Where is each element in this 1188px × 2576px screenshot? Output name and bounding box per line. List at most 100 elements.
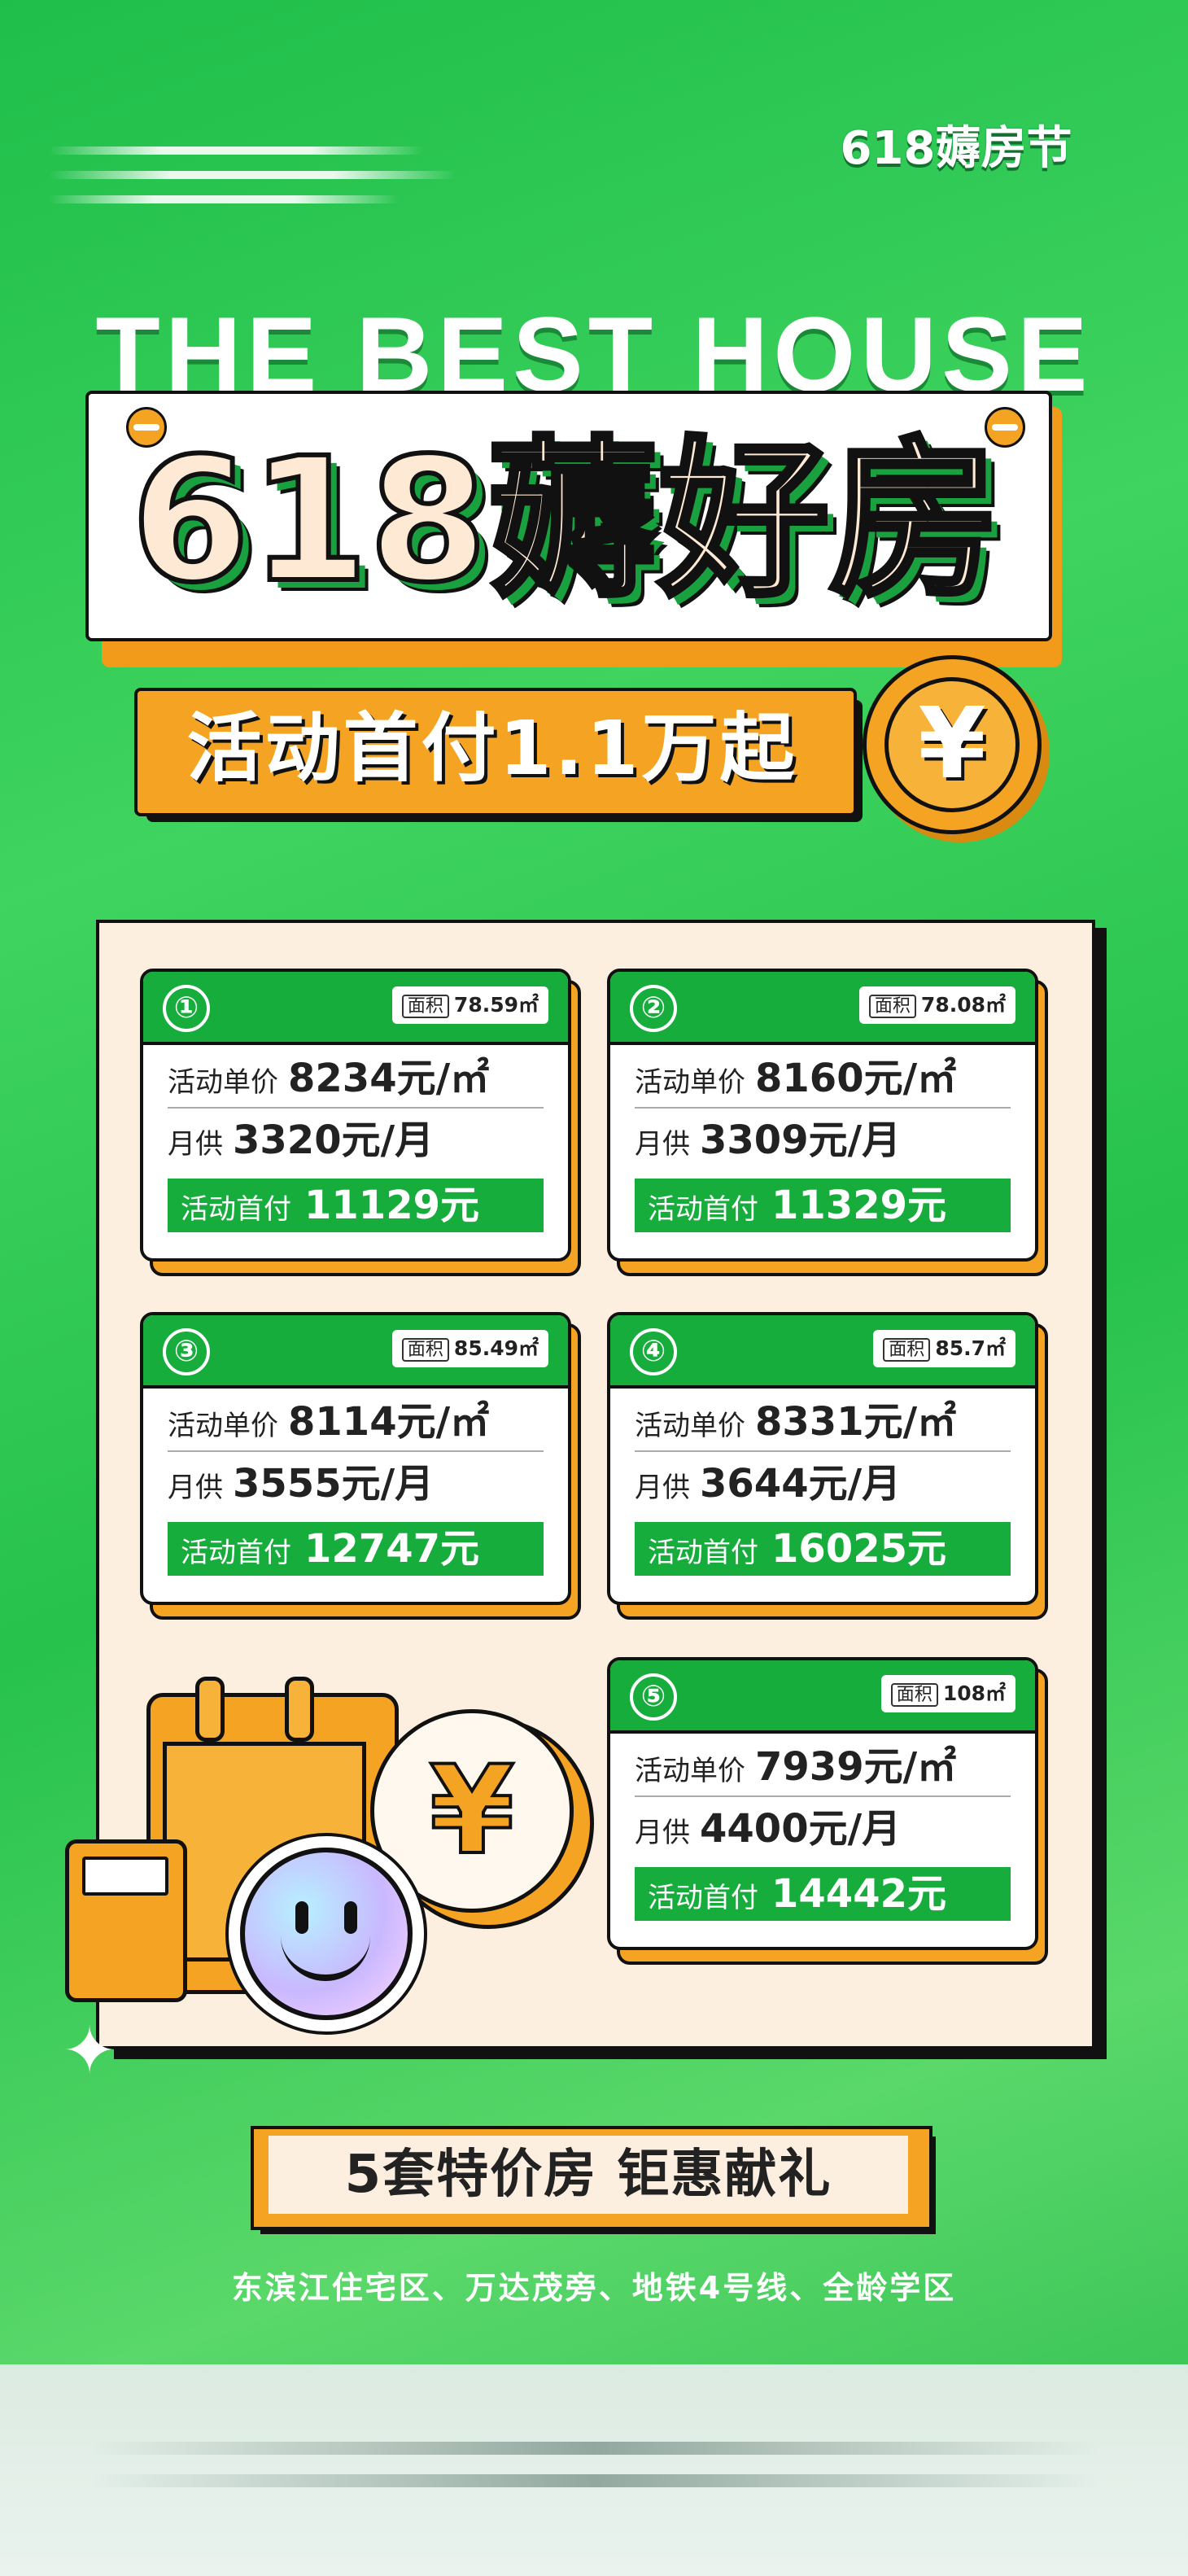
listing-number: ① [163,985,210,1032]
unit-price-row: 活动单价 8114元/㎡ [168,1393,544,1452]
unit-price-label: 活动单价 [168,1410,278,1442]
card-body: ① 面积 78.59㎡ 活动单价 8234元/㎡ 月供 3320元/月 活动首付 111… [140,969,571,1262]
card-body: ④ 面积 85.7㎡ 活动单价 8331元/㎡ 月供 3644元/月 活动首付 1602… [607,1312,1038,1605]
calculator-screen [82,1857,168,1896]
monthly-value: 3644元/月 [700,1461,902,1507]
area-value: 85.49㎡ [453,1336,539,1360]
yuan-coin-icon: ¥ [863,655,1042,834]
down-payment-label: 活动首付 [648,1882,758,1914]
area-label: 面积 [890,1683,938,1707]
down-payment-label: 活动首付 [648,1193,758,1226]
down-payment-bar: 活动首付 12747元 [168,1522,544,1576]
area-badge: 面积 85.49㎡ [391,1330,548,1367]
unit-price-row: 活动单价 8234元/㎡ [168,1050,544,1109]
card-body: ⑤ 面积 108㎡ 活动单价 7939元/㎡ 月供 4400元/月 活动首付 14442… [607,1657,1038,1950]
monthly-row: 月供 3555元/月 [168,1455,544,1512]
down-payment-bar: 活动首付 14442元 [635,1867,1011,1921]
area-badge: 面积 108㎡ [880,1675,1015,1712]
card-header: ④ 面积 85.7㎡ [610,1315,1035,1389]
yuan-coin-face: ¥ [370,1709,574,1913]
light-streak [49,195,399,203]
area-label: 面积 [401,995,449,1018]
monthly-value: 3309元/月 [700,1117,902,1163]
unit-price-label: 活动单价 [635,1410,745,1442]
unit-price-value: 8234元/㎡ [288,1056,490,1101]
listing-number: ⑤ [630,1673,677,1721]
down-payment-value: 12747元 [304,1526,479,1572]
down-payment-bar: 活动首付 11329元 [635,1179,1011,1232]
card-header: ② 面积 78.08㎡ [610,972,1035,1045]
monthly-label: 月供 [168,1128,223,1161]
unit-price-label: 活动单价 [635,1066,745,1099]
card-body: ② 面积 78.08㎡ 活动单价 8160元/㎡ 月供 3309元/月 活动首付 113… [607,969,1038,1262]
smiley-icon [240,1848,413,2020]
down-payment-value: 16025元 [771,1526,946,1572]
down-payment-value: 11129元 [304,1183,479,1228]
light-streak [49,171,456,179]
sparkle-icon: ✦ [62,2013,117,2088]
tagline: 5套特价房 钜惠献礼 [269,2136,908,2214]
light-streak [49,147,423,155]
area-badge: 面积 78.08㎡ [858,986,1015,1024]
blur-line [90,2474,1098,2487]
monthly-label: 月供 [635,1817,690,1849]
listing-card[interactable]: ⑤ 面积 108㎡ 活动单价 7939元/㎡ 月供 4400元/月 活动首付 14442… [607,1657,1048,1965]
brand-logo: 618薅房节 [840,122,1072,175]
unit-price-label: 活动单价 [635,1755,745,1787]
card-header: ① 面积 78.59㎡ [143,972,568,1045]
unit-price-row: 活动单价 7939元/㎡ [635,1738,1011,1797]
listing-card[interactable]: ① 面积 78.59㎡ 活动单价 8234元/㎡ 月供 3320元/月 活动首付 111… [140,969,581,1276]
monthly-value: 3555元/月 [233,1461,435,1507]
area-label: 面积 [868,995,916,1018]
area-value: 85.7㎡ [935,1336,1006,1360]
blur-line [90,2442,1098,2455]
monthly-row: 月供 3309元/月 [635,1112,1011,1169]
down-payment-bar: 活动首付 11129元 [168,1179,544,1232]
unit-price-label: 活动单价 [168,1066,278,1099]
bottom-band [0,2364,1188,2576]
monthly-label: 月供 [168,1472,223,1504]
card-header: ③ 面积 85.49㎡ [143,1315,568,1389]
listing-card[interactable]: ③ 面积 85.49㎡ 活动单价 8114元/㎡ 月供 3555元/月 活动首付 127… [140,1312,581,1620]
down-payment-bar: 活动首付 16025元 [635,1522,1011,1576]
unit-price-row: 活动单价 8331元/㎡ [635,1393,1011,1452]
monthly-label: 月供 [635,1472,690,1504]
monthly-value: 3320元/月 [233,1117,435,1163]
calculator-icon [65,1839,187,2002]
area-label: 面积 [401,1338,449,1362]
area-value: 78.08㎡ [920,993,1006,1017]
unit-price-value: 8160元/㎡ [755,1056,957,1101]
monthly-row: 月供 4400元/月 [635,1800,1011,1857]
down-payment-label: 活动首付 [181,1537,291,1569]
listing-number: ② [630,985,677,1032]
monthly-row: 月供 3644元/月 [635,1455,1011,1512]
monthly-label: 月供 [635,1128,690,1161]
listing-number: ④ [630,1328,677,1375]
down-payment-label: 活动首付 [181,1193,291,1226]
area-value: 78.59㎡ [453,993,539,1017]
smiley-mouth [281,1926,370,1981]
down-payment-value: 11329元 [771,1183,946,1228]
subtitle: 活动首付1.1万起 [186,705,798,792]
area-badge: 面积 78.59㎡ [391,986,548,1024]
area-value: 108㎡ [942,1682,1006,1705]
area-badge: 面积 85.7㎡ [873,1330,1015,1367]
unit-price-value: 7939元/㎡ [755,1744,957,1790]
footer-text: 东滨江住宅区、万达茂旁、地铁4号线、全龄学区 [231,2270,957,2306]
listing-number: ③ [163,1328,210,1375]
calendar-ring-icon [285,1677,314,1742]
down-payment-label: 活动首付 [648,1537,758,1569]
yuan-symbol: ¥ [884,677,1020,812]
unit-price-row: 活动单价 8160元/㎡ [635,1050,1011,1109]
unit-price-value: 8114元/㎡ [288,1399,490,1445]
monthly-value: 4400元/月 [700,1806,902,1852]
monthly-row: 月供 3320元/月 [168,1112,544,1169]
card-header: ⑤ 面积 108㎡ [610,1660,1035,1734]
card-body: ③ 面积 85.49㎡ 活动单价 8114元/㎡ 月供 3555元/月 活动首付 127… [140,1312,571,1605]
main-title: 618薅好房 [129,421,1002,621]
unit-price-value: 8331元/㎡ [755,1399,957,1445]
listing-card[interactable]: ④ 面积 85.7㎡ 活动单价 8331元/㎡ 月供 3644元/月 活动首付 1602… [607,1312,1048,1620]
calendar-ring-icon [195,1677,225,1742]
down-payment-value: 14442元 [771,1871,946,1917]
listing-card[interactable]: ② 面积 78.08㎡ 活动单价 8160元/㎡ 月供 3309元/月 活动首付 113… [607,969,1048,1276]
